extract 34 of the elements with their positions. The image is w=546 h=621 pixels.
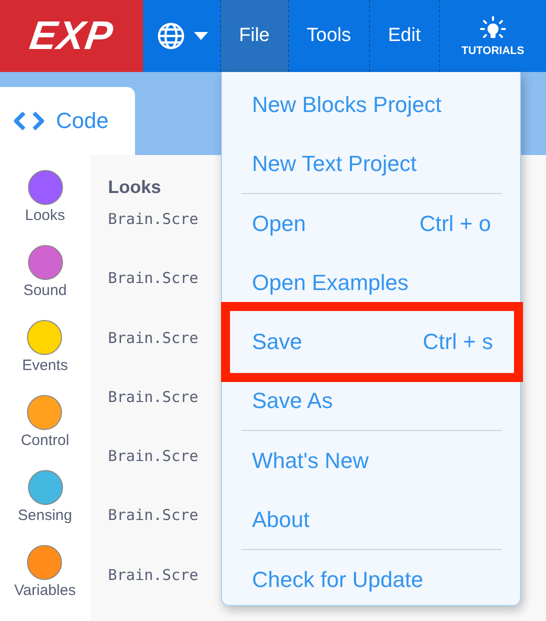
category-button[interactable]: Events: [22, 320, 68, 395]
code-tab[interactable]: Code: [0, 87, 135, 155]
caret-icon: [194, 32, 208, 40]
logo[interactable]: EXP: [0, 0, 143, 72]
category-label: Sensing: [18, 507, 72, 524]
menu-item[interactable]: What's New: [222, 431, 520, 490]
code-line: Brain.Scre: [108, 506, 198, 525]
category-button[interactable]: Control: [20, 395, 70, 470]
category-label: Looks: [24, 207, 66, 224]
globe-icon: [156, 21, 186, 51]
code-line: Brain.Scre: [108, 447, 198, 466]
menu-item[interactable]: Check for Update: [222, 550, 520, 609]
category-button[interactable]: Looks: [24, 170, 66, 245]
category-label: Events: [22, 357, 68, 374]
code-line: Brain.Scre: [108, 269, 198, 288]
menu-item[interactable]: New Text Project: [222, 134, 520, 193]
category-label: Variables: [14, 582, 76, 599]
menu-item[interactable]: Open Ctrl + o: [222, 194, 520, 253]
tutorials-button[interactable]: TUTORIALS: [440, 0, 546, 72]
code-line: Brain.Scre: [108, 388, 198, 406]
category-label: Sound: [23, 282, 67, 299]
code-line: Brain.Scre: [108, 210, 198, 228]
menu-tab[interactable]: File: [221, 0, 289, 72]
code-line: Brain.Scre: [108, 566, 198, 584]
code-icon: [14, 111, 44, 131]
logo-text: EXP: [26, 14, 116, 58]
category-button[interactable]: Variables: [14, 545, 76, 620]
category-button[interactable]: Sound: [23, 245, 67, 320]
category-button[interactable]: Sensing: [18, 470, 72, 545]
section-heading: Looks: [108, 177, 162, 198]
category-label: Control: [20, 432, 70, 449]
menu-item[interactable]: New Blocks Project: [222, 75, 520, 134]
code-line: Brain.Scre: [108, 328, 198, 347]
menu-item[interactable]: About: [222, 490, 520, 549]
